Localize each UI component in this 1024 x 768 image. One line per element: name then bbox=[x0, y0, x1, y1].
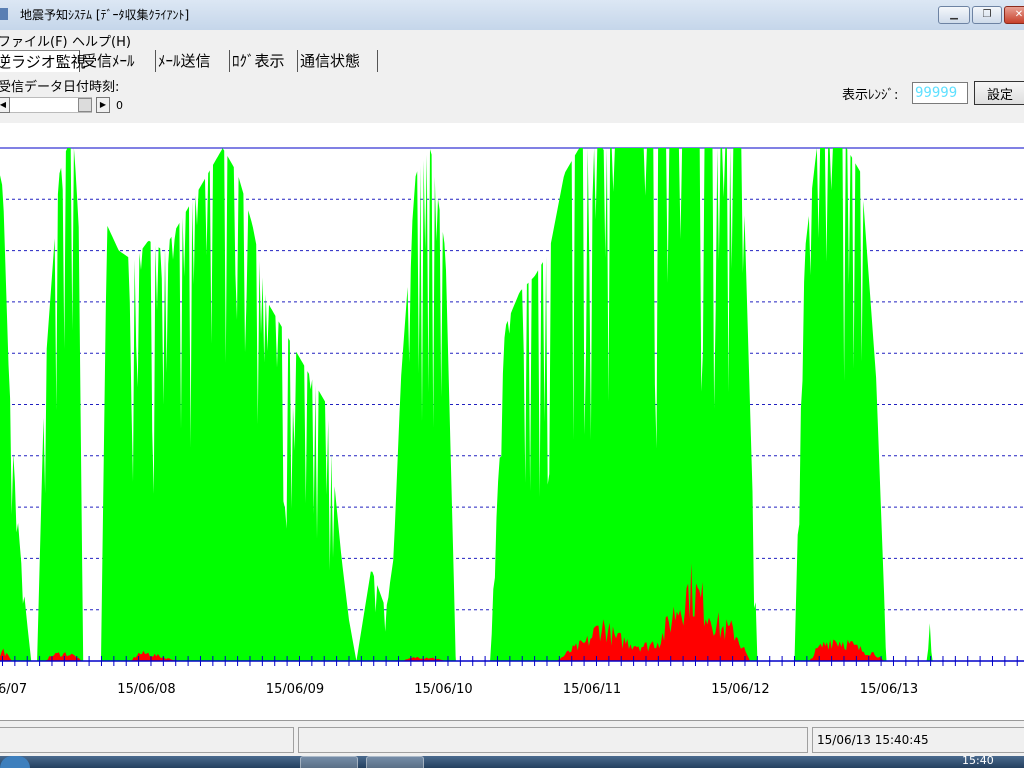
tab-log-view[interactable]: ﾛｸﾞ表示 bbox=[232, 50, 298, 72]
taskbar-app-button[interactable] bbox=[366, 756, 424, 768]
status-panel-3: 15/06/13 15:40:45 bbox=[812, 727, 1024, 753]
datetime-scrollbar[interactable]: ◀ ▶ bbox=[0, 97, 112, 113]
maximize-button[interactable]: ❐ bbox=[972, 6, 1002, 24]
taskbar-app-button[interactable] bbox=[300, 756, 358, 768]
green-series-area bbox=[794, 148, 887, 661]
x-tick-label: 15/06/07 bbox=[0, 682, 27, 697]
x-tick-label: 15/06/10 bbox=[414, 682, 472, 697]
monitor-chart: 15/06/07 15/06/08 15/06/09 15/06/10 15/06/11… bbox=[0, 147, 1024, 697]
app-icon bbox=[0, 8, 8, 20]
minimize-icon: ▁ bbox=[950, 9, 958, 20]
tab-communication-status[interactable]: 通信状態 bbox=[300, 50, 378, 72]
x-tick-label: 15/06/12 bbox=[711, 682, 769, 697]
received-datetime-label: 受信データ日付時刻: bbox=[0, 80, 120, 95]
arrow-left-icon: ◀ bbox=[0, 100, 7, 109]
scroll-right-button[interactable]: ▶ bbox=[96, 97, 110, 113]
restore-icon: ❐ bbox=[982, 9, 992, 20]
x-tick-label: 15/06/08 bbox=[117, 682, 175, 697]
display-range-label: 表示ﾚﾝｼﾞ: bbox=[842, 88, 899, 103]
green-series-area bbox=[356, 149, 456, 661]
scroll-value: 0 bbox=[116, 99, 123, 112]
tab-received-mail[interactable]: 受信ﾒｰﾙ bbox=[82, 50, 156, 72]
status-timestamp: 15/06/13 15:40:45 bbox=[817, 733, 929, 747]
close-button[interactable]: ✕ bbox=[1004, 6, 1024, 24]
arrow-right-icon: ▶ bbox=[99, 100, 107, 109]
tab-send-mail[interactable]: ﾒｰﾙ送信 bbox=[158, 50, 230, 72]
status-bar: 15/06/13 15:40:45 bbox=[0, 720, 1024, 757]
close-icon: ✕ bbox=[1014, 9, 1024, 20]
green-series-area bbox=[926, 623, 933, 661]
taskbar: 15:40 bbox=[0, 756, 1024, 768]
green-series-area bbox=[0, 175, 32, 661]
taskbar-clock: 15:40 bbox=[962, 756, 994, 767]
set-button[interactable]: 設定 bbox=[974, 81, 1024, 105]
start-button[interactable] bbox=[0, 756, 30, 768]
status-panel-2 bbox=[298, 727, 808, 753]
x-tick-label: 15/06/11 bbox=[563, 682, 621, 697]
tab-bar: 逆ラジオ監視 受信ﾒｰﾙ ﾒｰﾙ送信 ﾛｸﾞ表示 通信状態 bbox=[0, 48, 1024, 74]
scroll-left-button[interactable]: ◀ bbox=[0, 97, 10, 113]
window-title: 地震予知ｼｽﾃﾑ [ﾃﾞｰﾀ収集ｸﾗｲｱﾝﾄ] bbox=[20, 8, 190, 22]
x-tick-label: 15/06/13 bbox=[860, 682, 918, 697]
display-range-input[interactable] bbox=[912, 82, 968, 104]
tab-reverse-radio-monitor[interactable]: 逆ラジオ監視 bbox=[0, 50, 86, 72]
minimize-button[interactable]: ▁ bbox=[938, 6, 970, 24]
scroll-thumb[interactable] bbox=[78, 98, 92, 112]
status-panel-1 bbox=[0, 727, 294, 753]
chart-area: 15/06/07 15/06/08 15/06/09 15/06/10 15/06/11… bbox=[0, 123, 1024, 720]
menu-bar: ファイル(F) ヘルプ(H) bbox=[0, 30, 1024, 50]
x-tick-label: 15/06/09 bbox=[266, 682, 324, 697]
title-bar: 地震予知ｼｽﾃﾑ [ﾃﾞｰﾀ収集ｸﾗｲｱﾝﾄ] ▁ ❐ ✕ bbox=[0, 0, 1024, 31]
